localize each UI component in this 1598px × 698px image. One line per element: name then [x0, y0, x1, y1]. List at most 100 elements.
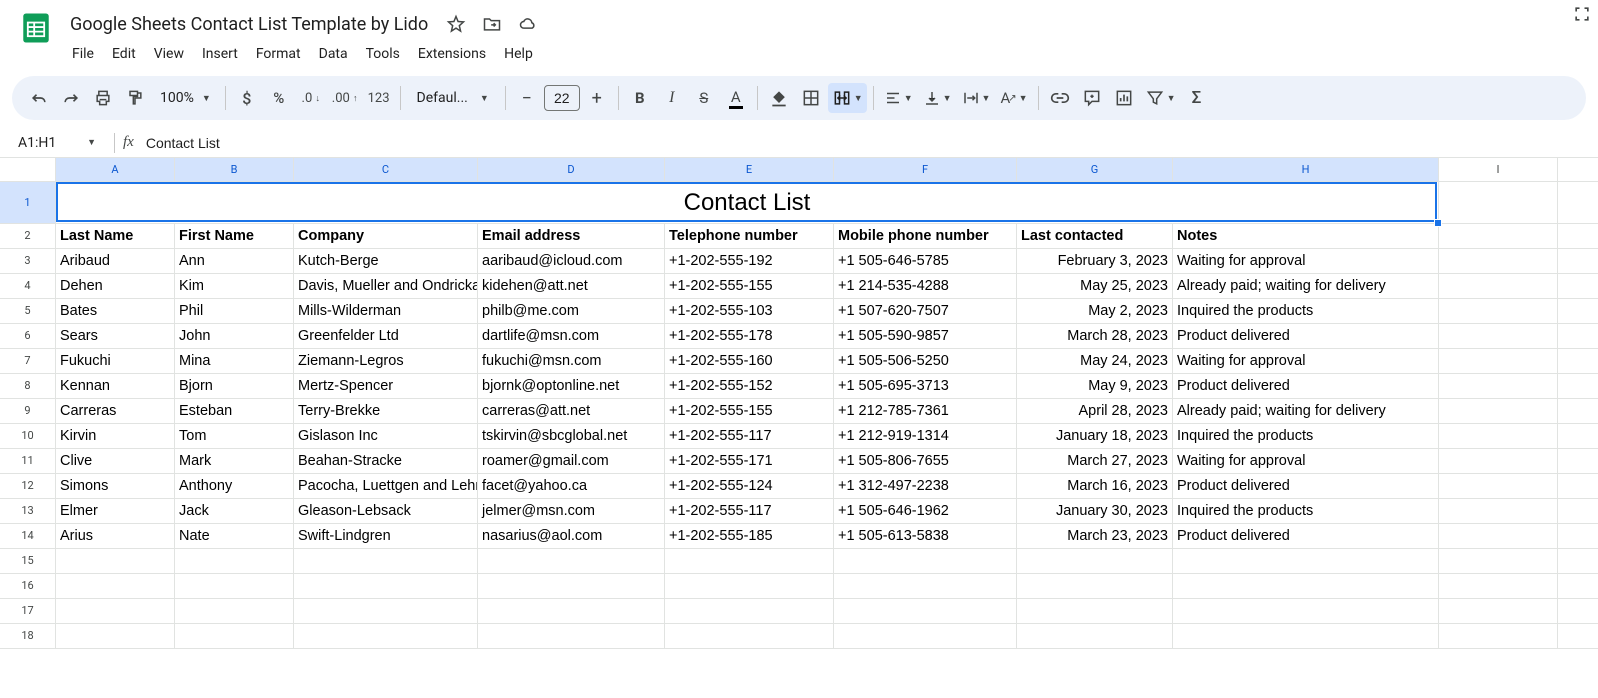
- data-cell[interactable]: +1-202-555-103: [665, 299, 834, 323]
- cell[interactable]: [294, 549, 478, 573]
- data-cell[interactable]: +1 212-785-7361: [834, 399, 1017, 423]
- data-cell[interactable]: Gislason Inc: [294, 424, 478, 448]
- text-color-button[interactable]: A: [721, 83, 751, 113]
- cell[interactable]: [665, 549, 834, 573]
- doc-title[interactable]: Google Sheets Contact List Template by L…: [64, 12, 434, 37]
- data-cell[interactable]: +1 505-506-5250: [834, 349, 1017, 373]
- data-cell[interactable]: Product delivered: [1173, 524, 1439, 548]
- data-cell[interactable]: Arius: [56, 524, 175, 548]
- data-cell[interactable]: +1-202-555-178: [665, 324, 834, 348]
- select-all-corner[interactable]: [0, 158, 56, 181]
- cell[interactable]: [834, 599, 1017, 623]
- row-header[interactable]: 8: [0, 374, 56, 398]
- strike-button[interactable]: S: [689, 83, 719, 113]
- data-cell[interactable]: Bates: [56, 299, 175, 323]
- cell[interactable]: [834, 549, 1017, 573]
- data-cell[interactable]: Ziemann-Legros: [294, 349, 478, 373]
- data-cell[interactable]: Kim: [175, 274, 294, 298]
- data-cell[interactable]: +1-202-555-155: [665, 399, 834, 423]
- data-cell[interactable]: Already paid; waiting for delivery: [1173, 399, 1439, 423]
- data-cell[interactable]: February 3, 2023: [1017, 249, 1173, 273]
- row-header[interactable]: 1: [0, 182, 56, 223]
- data-cell[interactable]: kidehen@att.net: [478, 274, 665, 298]
- chart-button[interactable]: [1109, 83, 1139, 113]
- data-cell[interactable]: +1-202-555-124: [665, 474, 834, 498]
- undo-button[interactable]: [24, 83, 54, 113]
- data-cell[interactable]: +1 505-646-1962: [834, 499, 1017, 523]
- cell[interactable]: [56, 549, 175, 573]
- col-header-A[interactable]: A: [56, 158, 175, 181]
- cell[interactable]: [1017, 599, 1173, 623]
- row-header[interactable]: 4: [0, 274, 56, 298]
- data-cell[interactable]: +1 312-497-2238: [834, 474, 1017, 498]
- data-cell[interactable]: Beahan-Stracke: [294, 449, 478, 473]
- data-cell[interactable]: Mark: [175, 449, 294, 473]
- data-cell[interactable]: Elmer: [56, 499, 175, 523]
- row-header[interactable]: 11: [0, 449, 56, 473]
- cell[interactable]: [478, 599, 665, 623]
- data-cell[interactable]: Fukuchi: [56, 349, 175, 373]
- data-cell[interactable]: Terry-Brekke: [294, 399, 478, 423]
- rotate-button[interactable]: A↗▼: [996, 83, 1031, 113]
- col-header-I[interactable]: I: [1439, 158, 1558, 181]
- merge-cells-button[interactable]: ▼: [828, 83, 867, 113]
- data-cell[interactable]: +1 214-535-4288: [834, 274, 1017, 298]
- cell[interactable]: [1017, 549, 1173, 573]
- star-icon[interactable]: [442, 10, 470, 38]
- data-cell[interactable]: philb@me.com: [478, 299, 665, 323]
- data-cell[interactable]: May 24, 2023: [1017, 349, 1173, 373]
- data-cell[interactable]: dartlife@msn.com: [478, 324, 665, 348]
- data-cell[interactable]: Bjorn: [175, 374, 294, 398]
- fill-color-button[interactable]: [764, 83, 794, 113]
- data-cell[interactable]: +1 505-806-7655: [834, 449, 1017, 473]
- col-header-G[interactable]: G: [1017, 158, 1173, 181]
- row-header[interactable]: 5: [0, 299, 56, 323]
- row-header[interactable]: 15: [0, 549, 56, 573]
- cell[interactable]: [294, 624, 478, 648]
- data-cell[interactable]: Mina: [175, 349, 294, 373]
- data-cell[interactable]: +1 507-620-7507: [834, 299, 1017, 323]
- cell[interactable]: [1439, 299, 1558, 323]
- cell[interactable]: [478, 574, 665, 598]
- more-formats-button[interactable]: 123: [364, 83, 394, 113]
- menu-file[interactable]: File: [64, 42, 102, 66]
- cell[interactable]: [1173, 624, 1439, 648]
- percent-button[interactable]: %: [264, 83, 294, 113]
- data-cell[interactable]: roamer@gmail.com: [478, 449, 665, 473]
- data-cell[interactable]: Product delivered: [1173, 324, 1439, 348]
- data-cell[interactable]: +1 505-695-3713: [834, 374, 1017, 398]
- data-cell[interactable]: Kirvin: [56, 424, 175, 448]
- decrease-decimal-button[interactable]: .0 ↓: [296, 83, 326, 113]
- data-cell[interactable]: Anthony: [175, 474, 294, 498]
- data-cell[interactable]: +1-202-555-152: [665, 374, 834, 398]
- row-header[interactable]: 12: [0, 474, 56, 498]
- data-cell[interactable]: Inquired the products: [1173, 424, 1439, 448]
- header-cell[interactable]: Notes: [1173, 224, 1439, 248]
- data-cell[interactable]: May 9, 2023: [1017, 374, 1173, 398]
- data-cell[interactable]: Aribaud: [56, 249, 175, 273]
- data-cell[interactable]: aaribaud@icloud.com: [478, 249, 665, 273]
- data-cell[interactable]: Phil: [175, 299, 294, 323]
- row-header[interactable]: 16: [0, 574, 56, 598]
- cell[interactable]: [56, 574, 175, 598]
- data-cell[interactable]: March 23, 2023: [1017, 524, 1173, 548]
- print-button[interactable]: [88, 83, 118, 113]
- cell[interactable]: [1439, 182, 1558, 223]
- v-align-button[interactable]: ▼: [919, 83, 956, 113]
- data-cell[interactable]: Kennan: [56, 374, 175, 398]
- cell[interactable]: [834, 574, 1017, 598]
- header-cell[interactable]: Mobile phone number: [834, 224, 1017, 248]
- data-cell[interactable]: Pacocha, Luettgen and Lehner: [294, 474, 478, 498]
- row-header[interactable]: 3: [0, 249, 56, 273]
- cell[interactable]: [175, 549, 294, 573]
- data-cell[interactable]: Already paid; waiting for delivery: [1173, 274, 1439, 298]
- data-cell[interactable]: Sears: [56, 324, 175, 348]
- formula-input[interactable]: [144, 133, 1598, 153]
- data-cell[interactable]: jelmer@msn.com: [478, 499, 665, 523]
- cell[interactable]: [1439, 524, 1558, 548]
- cell[interactable]: [1017, 624, 1173, 648]
- cell[interactable]: [1173, 574, 1439, 598]
- cell[interactable]: [175, 574, 294, 598]
- cell[interactable]: [665, 624, 834, 648]
- wrap-button[interactable]: ▼: [958, 83, 995, 113]
